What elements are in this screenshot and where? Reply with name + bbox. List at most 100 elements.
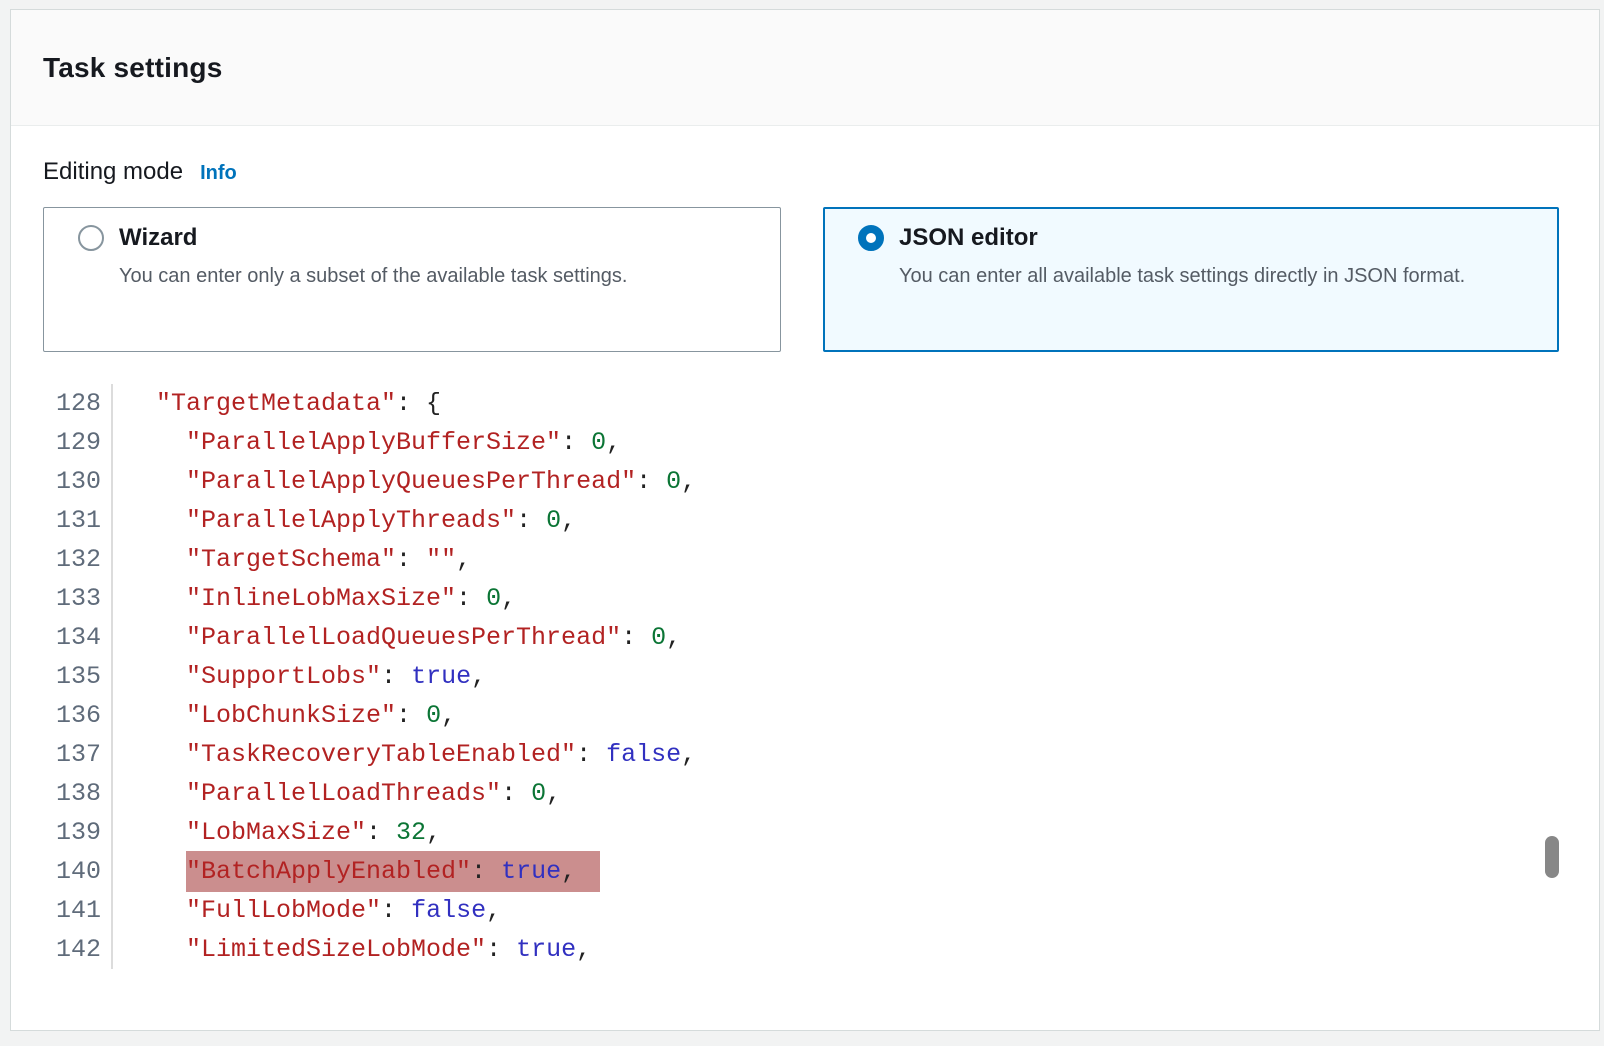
code-line[interactable]: "TargetMetadata": { — [126, 384, 696, 423]
tile-json-editor[interactable]: JSON editor You can enter all available … — [823, 207, 1559, 352]
code-token: 0 — [546, 506, 561, 535]
code-token: true — [411, 662, 471, 691]
code-token: : — [561, 428, 591, 457]
code-token: true — [516, 935, 576, 964]
line-number: 134 — [43, 618, 101, 657]
line-number: 129 — [43, 423, 101, 462]
code-token: : — [381, 662, 411, 691]
code-token: , — [441, 701, 456, 730]
code-token: , — [471, 662, 486, 691]
line-number: 136 — [43, 696, 101, 735]
line-number: 142 — [43, 930, 101, 969]
code-token: 0 — [666, 467, 681, 496]
line-number: 135 — [43, 657, 101, 696]
code-token: , — [576, 935, 591, 964]
code-token: , — [546, 779, 561, 808]
code-token: "FullLobMode" — [186, 896, 381, 925]
code-token: "ParallelLoadQueuesPerThread" — [186, 623, 621, 652]
code-line[interactable]: "ParallelLoadQueuesPerThread": 0, — [126, 618, 696, 657]
code-token: "LobMaxSize" — [186, 818, 366, 847]
line-number: 137 — [43, 735, 101, 774]
code-token: : — [516, 506, 546, 535]
scrollbar-thumb[interactable] — [1545, 836, 1559, 878]
code-token: : — [486, 935, 516, 964]
editor-code[interactable]: "TargetMetadata": {"ParallelApplyBufferS… — [113, 384, 696, 969]
code-token: false — [411, 896, 486, 925]
tile-wizard[interactable]: Wizard You can enter only a subset of th… — [43, 207, 781, 352]
wizard-radio-row: Wizard — [78, 224, 760, 252]
code-line[interactable]: "TaskRecoveryTableEnabled": false, — [126, 735, 696, 774]
highlighted-code: "BatchApplyEnabled": true, — [186, 851, 600, 892]
code-token: "InlineLobMaxSize" — [186, 584, 456, 613]
code-token: 0 — [426, 701, 441, 730]
line-number: 130 — [43, 462, 101, 501]
line-number: 138 — [43, 774, 101, 813]
code-token: , — [681, 740, 696, 769]
tile-wizard-description: You can enter only a subset of the avail… — [119, 258, 719, 294]
code-token: "TargetMetadata" — [156, 389, 396, 418]
code-line[interactable]: "ParallelApplyQueuesPerThread": 0, — [126, 462, 696, 501]
code-line[interactable]: "BatchApplyEnabled": true, — [126, 852, 696, 891]
info-link[interactable]: Info — [200, 162, 237, 185]
code-token: , — [681, 467, 696, 496]
code-line[interactable]: "ParallelApplyThreads": 0, — [126, 501, 696, 540]
code-token: , — [666, 623, 681, 652]
code-token: "ParallelLoadThreads" — [186, 779, 501, 808]
code-line[interactable]: "LobChunkSize": 0, — [126, 696, 696, 735]
code-token: , — [486, 896, 501, 925]
code-token: : — [396, 545, 426, 574]
line-number: 131 — [43, 501, 101, 540]
code-token: 32 — [396, 818, 426, 847]
line-number: 132 — [43, 540, 101, 579]
code-token: 0 — [531, 779, 546, 808]
code-token: : — [396, 701, 426, 730]
code-token: , — [501, 584, 516, 613]
json-radio-row: JSON editor — [858, 224, 1538, 252]
code-token: "" — [426, 545, 456, 574]
code-token: false — [606, 740, 681, 769]
page-title: Task settings — [43, 52, 222, 84]
code-token: "ParallelApplyThreads" — [186, 506, 516, 535]
panel-header: Task settings — [11, 10, 1599, 126]
code-token: 0 — [486, 584, 501, 613]
tile-json-description: You can enter all available task setting… — [899, 258, 1499, 294]
code-token: : — [456, 584, 486, 613]
code-token: 0 — [651, 623, 666, 652]
radio-selected-icon[interactable] — [858, 225, 884, 251]
code-token: : — [636, 467, 666, 496]
code-line[interactable]: "LimitedSizeLobMode": true, — [126, 930, 696, 969]
tile-wizard-title: Wizard — [119, 224, 197, 252]
code-token: : — [621, 623, 651, 652]
line-number: 133 — [43, 579, 101, 618]
line-number: 139 — [43, 813, 101, 852]
code-token: true — [501, 857, 561, 886]
task-settings-panel: Task settings Editing mode Info Wizard Y… — [10, 9, 1600, 1031]
code-token: : — [576, 740, 606, 769]
code-token: "ParallelApplyBufferSize" — [186, 428, 561, 457]
code-token: , — [606, 428, 621, 457]
code-line[interactable]: "ParallelApplyBufferSize": 0, — [126, 423, 696, 462]
code-line[interactable]: "SupportLobs": true, — [126, 657, 696, 696]
code-line[interactable]: "ParallelLoadThreads": 0, — [126, 774, 696, 813]
code-line[interactable]: "FullLobMode": false, — [126, 891, 696, 930]
tile-json-title: JSON editor — [899, 224, 1038, 252]
code-token: "BatchApplyEnabled" — [186, 857, 471, 886]
code-token: , — [561, 506, 576, 535]
editing-mode-label: Editing mode — [43, 158, 183, 186]
radio-unselected-icon[interactable] — [78, 225, 104, 251]
code-line[interactable]: "InlineLobMaxSize": 0, — [126, 579, 696, 618]
code-token: : — [471, 857, 501, 886]
code-token: : — [381, 896, 411, 925]
line-number: 141 — [43, 891, 101, 930]
code-token: , — [561, 857, 576, 886]
line-number: 128 — [43, 384, 101, 423]
json-code-editor[interactable]: 1281291301311321331341351361371381391401… — [43, 384, 1559, 969]
code-token: "LobChunkSize" — [186, 701, 396, 730]
code-token: "TaskRecoveryTableEnabled" — [186, 740, 576, 769]
code-token: , — [456, 545, 471, 574]
code-token: , — [426, 818, 441, 847]
code-token: : — [366, 818, 396, 847]
editing-mode-row: Editing mode Info — [43, 158, 237, 186]
code-line[interactable]: "LobMaxSize": 32, — [126, 813, 696, 852]
code-line[interactable]: "TargetSchema": "", — [126, 540, 696, 579]
